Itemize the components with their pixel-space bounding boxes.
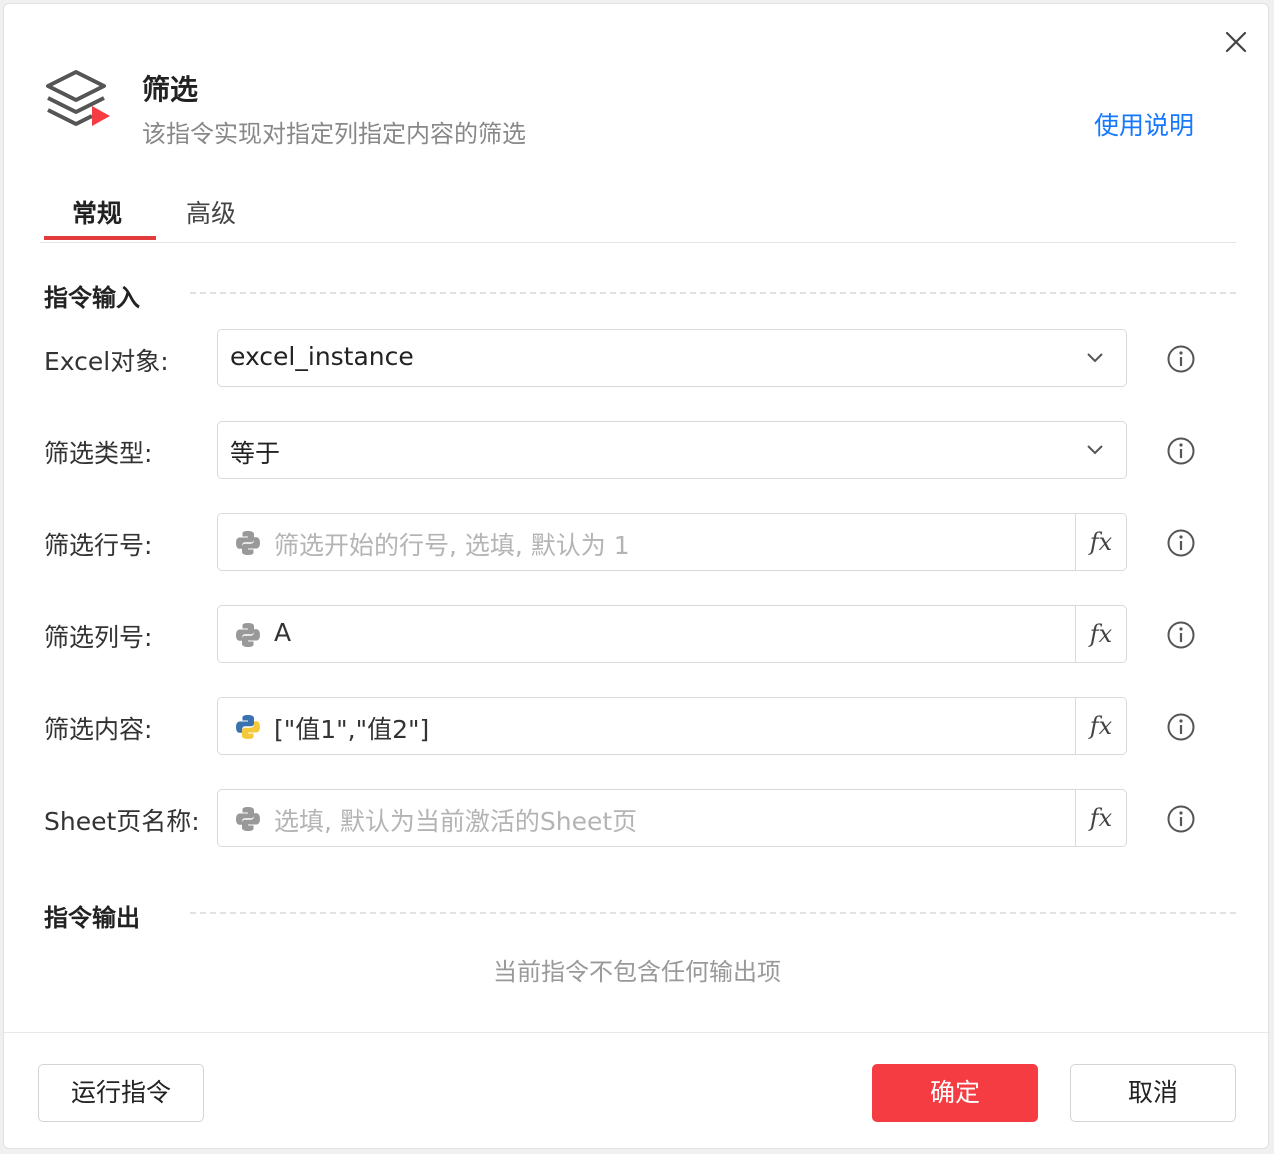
label-filter-type: 筛选类型: xyxy=(44,439,153,468)
section-title-output: 指令输出 xyxy=(44,904,140,932)
label-filter-row: 筛选行号: xyxy=(44,531,153,560)
filter-content-input[interactable]: ["值1","值2"] fx xyxy=(217,697,1127,755)
filter-row-input[interactable]: 筛选开始的行号, 选填, 默认为 1 fx xyxy=(217,513,1127,571)
stack-layers-icon xyxy=(46,70,110,126)
section-divider xyxy=(190,292,1236,294)
filter-type-value: 等于 xyxy=(230,439,281,468)
label-excel-object: Excel对象: xyxy=(44,347,169,376)
label-filter-column: 筛选列号: xyxy=(44,623,153,652)
info-circle-icon[interactable] xyxy=(1166,804,1196,834)
help-link[interactable]: 使用说明 xyxy=(1094,106,1194,142)
footer-divider xyxy=(4,1032,1270,1033)
filter-type-select[interactable]: 等于 xyxy=(217,421,1127,479)
info-circle-icon[interactable] xyxy=(1166,712,1196,742)
active-tab-indicator xyxy=(44,236,156,240)
fx-button[interactable]: fx xyxy=(1075,698,1126,754)
tab-general[interactable]: 常规 xyxy=(72,194,122,240)
section-title-input: 指令输入 xyxy=(44,284,140,312)
excel-object-select[interactable]: excel_instance xyxy=(217,329,1127,387)
fx-button[interactable]: fx xyxy=(1075,606,1126,662)
filter-column-value: A xyxy=(274,618,292,647)
label-filter-content: 筛选内容: xyxy=(44,715,153,744)
info-circle-icon[interactable] xyxy=(1166,528,1196,558)
info-circle-icon[interactable] xyxy=(1166,436,1196,466)
label-sheet-name: Sheet页名称: xyxy=(44,807,200,836)
python-icon xyxy=(236,531,260,555)
chevron-down-icon xyxy=(1087,445,1103,455)
dialog-subtitle: 该指令实现对指定列指定内容的筛选 xyxy=(142,120,526,148)
run-command-button[interactable]: 运行指令 xyxy=(38,1064,204,1122)
sheet-name-placeholder: 选填, 默认为当前激活的Sheet页 xyxy=(274,807,638,836)
filter-row-placeholder: 筛选开始的行号, 选填, 默认为 1 xyxy=(274,531,630,560)
cancel-button[interactable]: 取消 xyxy=(1070,1064,1236,1122)
python-icon xyxy=(236,715,260,739)
tab-advanced[interactable]: 高级 xyxy=(186,194,236,240)
section-divider xyxy=(190,912,1236,914)
confirm-button[interactable]: 确定 xyxy=(872,1064,1038,1122)
fx-button[interactable]: fx xyxy=(1075,790,1126,846)
excel-object-value: excel_instance xyxy=(230,342,414,371)
tab-bar: 常规 高级 xyxy=(40,190,1236,243)
filter-content-value: ["值1","值2"] xyxy=(274,715,430,744)
chevron-down-icon xyxy=(1087,353,1103,363)
info-circle-icon[interactable] xyxy=(1166,620,1196,650)
empty-output-note: 当前指令不包含任何输出项 xyxy=(493,958,781,986)
dialog-title: 筛选 xyxy=(142,73,199,106)
python-icon xyxy=(236,623,260,647)
fx-button[interactable]: fx xyxy=(1075,514,1126,570)
python-icon xyxy=(236,807,260,831)
info-circle-icon[interactable] xyxy=(1166,344,1196,374)
sheet-name-input[interactable]: 选填, 默认为当前激活的Sheet页 fx xyxy=(217,789,1127,847)
dialog: 筛选 该指令实现对指定列指定内容的筛选 使用说明 常规 高级 指令输入 Exce… xyxy=(3,3,1270,1149)
filter-column-input[interactable]: A fx xyxy=(217,605,1127,663)
close-icon[interactable] xyxy=(1222,28,1250,56)
